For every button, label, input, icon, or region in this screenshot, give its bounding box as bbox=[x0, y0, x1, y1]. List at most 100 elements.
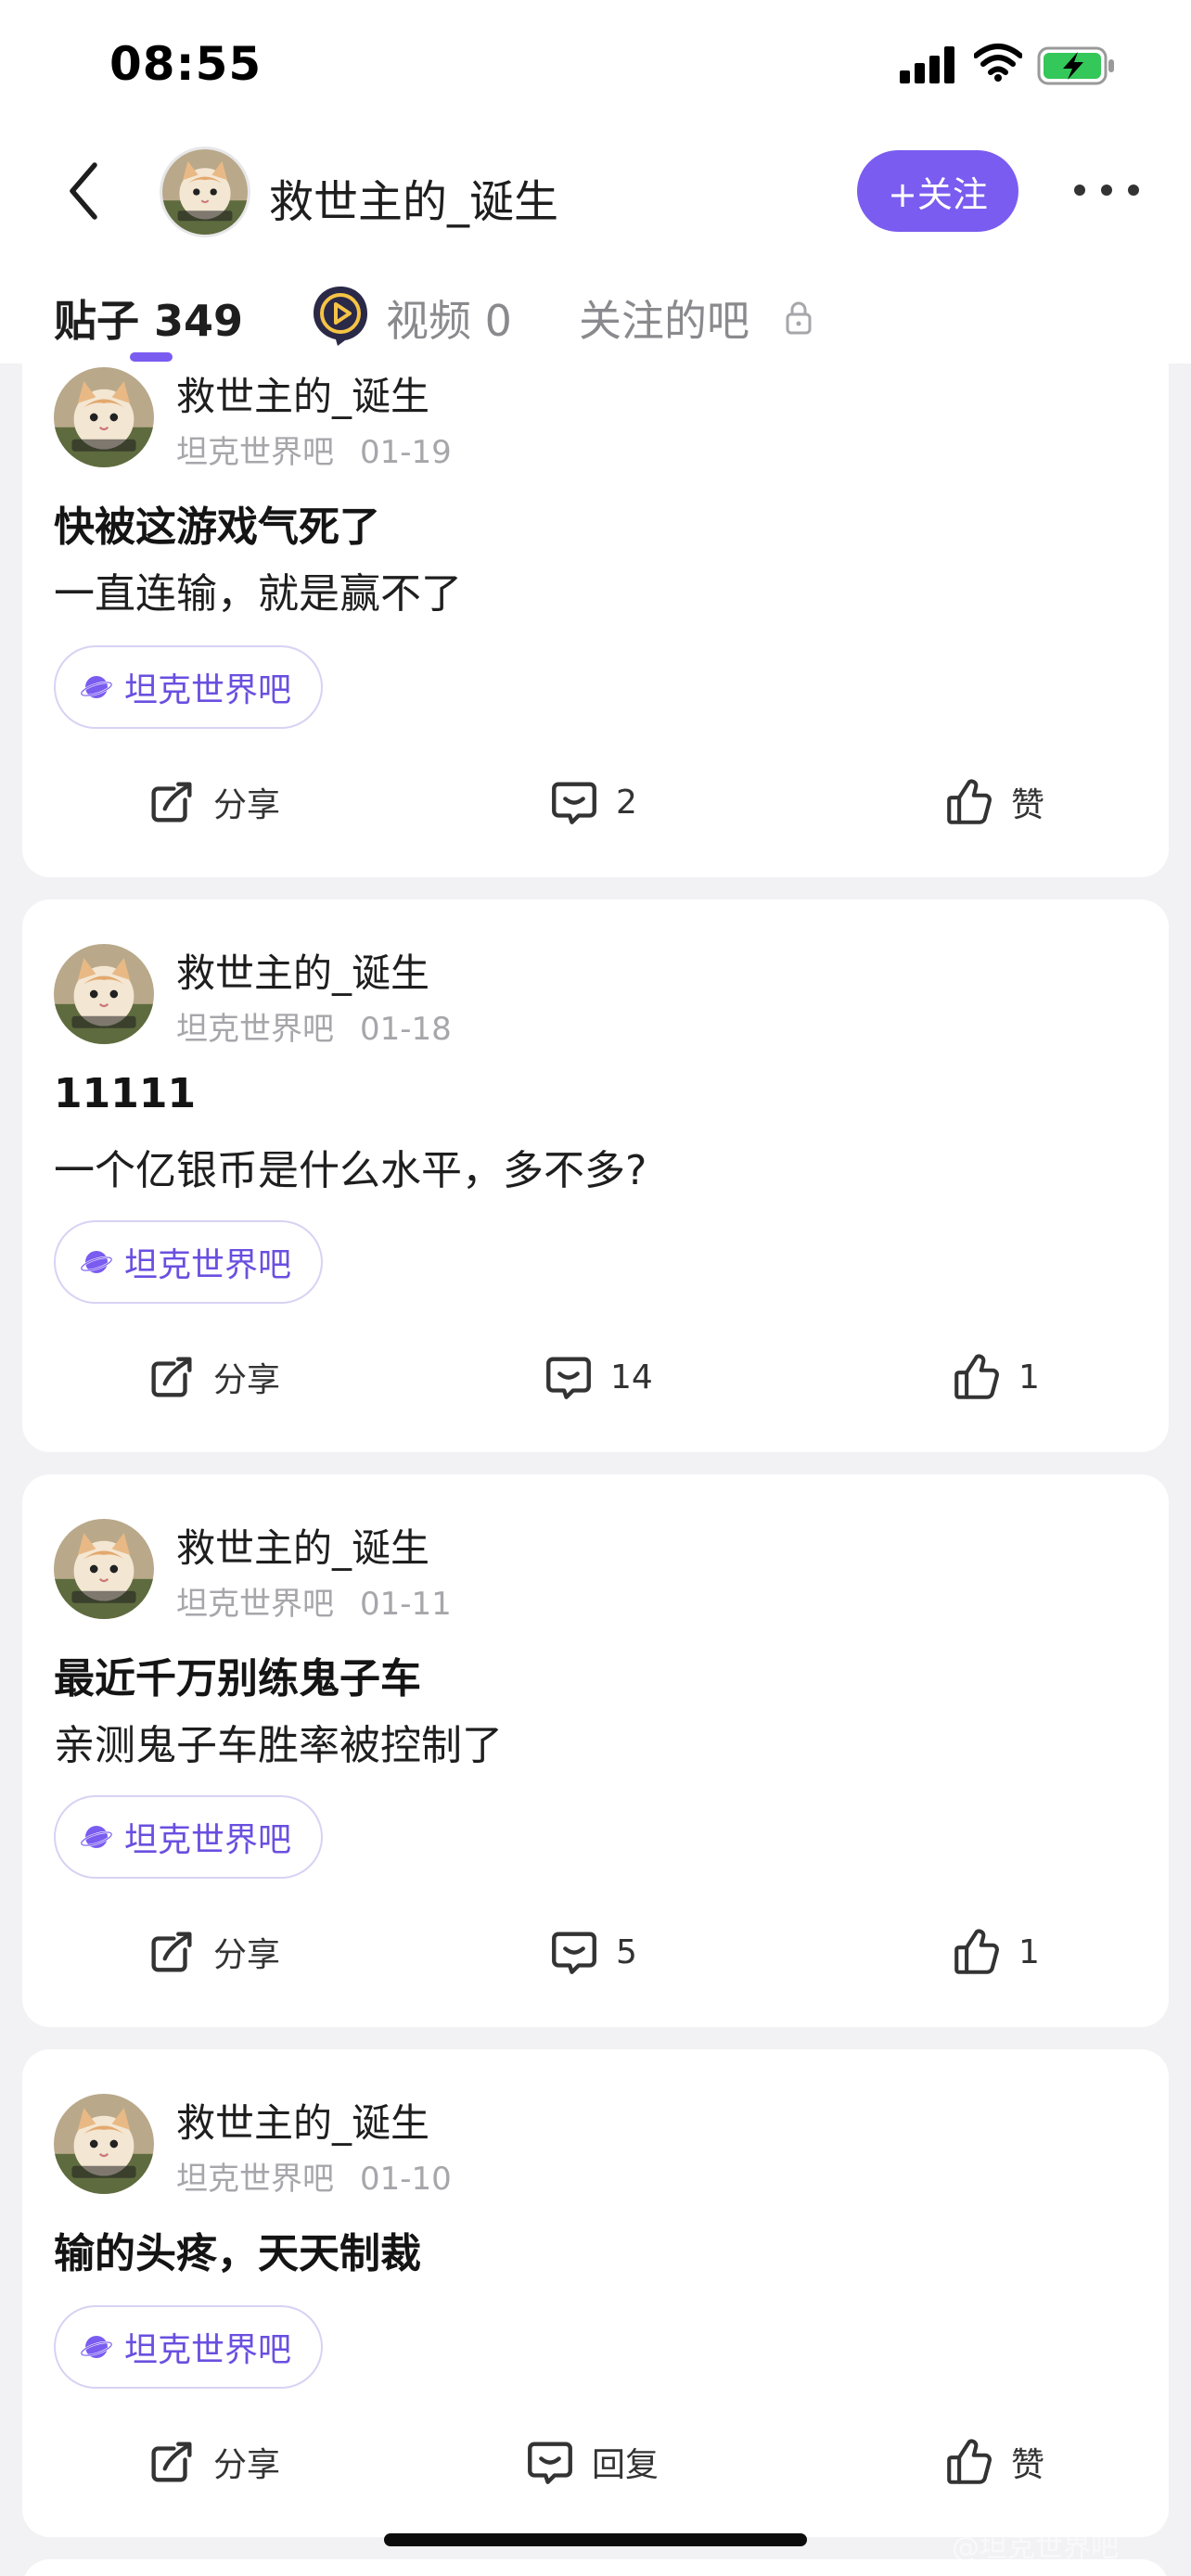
post-author[interactable]: 救世主的_诞生 bbox=[176, 1517, 429, 1574]
like-button[interactable]: 赞 bbox=[942, 775, 1044, 829]
post-meta: 坦克世界吧 01-11 bbox=[176, 1578, 452, 1624]
dot-icon bbox=[1101, 185, 1112, 196]
status-time: 08:55 bbox=[109, 37, 263, 91]
avatar[interactable] bbox=[54, 2094, 154, 2194]
forum-tag[interactable]: 坦克世界吧 bbox=[54, 2305, 323, 2389]
post-forum: 坦克世界吧 bbox=[176, 1586, 334, 1623]
avatar[interactable] bbox=[54, 367, 154, 467]
post-author[interactable]: 救世主的_诞生 bbox=[176, 365, 429, 422]
comment-icon bbox=[547, 1925, 601, 1979]
forum-tag-label: 坦克世界吧 bbox=[124, 1821, 292, 1859]
lock-icon bbox=[786, 301, 812, 335]
post-meta: 坦克世界吧 01-10 bbox=[176, 2153, 452, 2199]
home-indicator bbox=[384, 2533, 807, 2546]
share-label: 分享 bbox=[213, 786, 281, 824]
like-button[interactable]: 赞 bbox=[942, 2435, 1044, 2489]
post-date: 01-19 bbox=[360, 434, 452, 471]
status-bar: 08:55 bbox=[0, 0, 1191, 130]
post-forum: 坦克世界吧 bbox=[176, 1011, 334, 1048]
more-options-button[interactable] bbox=[1074, 176, 1139, 204]
share-icon bbox=[145, 1925, 198, 1979]
forum-tag-label: 坦克世界吧 bbox=[124, 671, 292, 709]
header: 08:55 救世主的_诞生 +关注 贴子 349 视频 0 关注的吧 bbox=[0, 0, 1191, 363]
post-date: 01-11 bbox=[360, 1586, 452, 1623]
post-author[interactable]: 救世主的_诞生 bbox=[176, 942, 429, 999]
forum-tag-label: 坦克世界吧 bbox=[124, 1246, 292, 1284]
comment-button[interactable]: 14 bbox=[542, 1350, 653, 1404]
post-meta: 坦克世界吧 01-18 bbox=[176, 1003, 452, 1049]
post-forum: 坦克世界吧 bbox=[176, 434, 334, 471]
post-title: 输的头疼，天天制裁 bbox=[54, 2230, 421, 2277]
post-card[interactable]: 救世主的_诞生 坦克世界吧 01-19 快被这游戏气死了 一直连输，就是赢不了 坦… bbox=[22, 334, 1169, 877]
share-icon bbox=[145, 1350, 198, 1404]
tab-active-indicator bbox=[130, 352, 173, 362]
comment-button[interactable]: 2 bbox=[547, 775, 637, 829]
tab-videos[interactable]: 视频 0 bbox=[386, 287, 512, 349]
comment-count: 5 bbox=[616, 1932, 637, 1971]
like-count: 赞 bbox=[1011, 786, 1045, 824]
share-label: 分享 bbox=[213, 1936, 281, 1974]
post-date: 01-18 bbox=[360, 1011, 452, 1048]
forum-tag[interactable]: 坦克世界吧 bbox=[54, 645, 323, 729]
comment-icon bbox=[542, 1350, 596, 1404]
thumbs-up-icon bbox=[942, 2435, 996, 2489]
post-author[interactable]: 救世主的_诞生 bbox=[176, 2092, 429, 2149]
planet-icon bbox=[80, 1820, 113, 1854]
forum-tag[interactable]: 坦克世界吧 bbox=[54, 1795, 323, 1879]
profile-tabs: 贴子 349 视频 0 关注的吧 bbox=[0, 278, 1191, 363]
post-body: 一个亿银币是什么水平，多不多? bbox=[54, 1147, 647, 1194]
comment-button[interactable]: 5 bbox=[547, 1925, 637, 1979]
share-button[interactable]: 分享 bbox=[145, 1925, 280, 1979]
avatar[interactable] bbox=[54, 1519, 154, 1619]
dot-icon bbox=[1128, 185, 1139, 196]
post-forum: 坦克世界吧 bbox=[176, 2161, 334, 2198]
chevron-left-icon bbox=[70, 162, 97, 220]
video-badge-icon bbox=[314, 287, 367, 346]
post-meta: 坦克世界吧 01-19 bbox=[176, 427, 452, 472]
profile-navbar: 救世主的_诞生 +关注 bbox=[0, 130, 1191, 250]
comment-icon bbox=[523, 2435, 577, 2489]
reply-button[interactable]: 回复 bbox=[523, 2435, 659, 2489]
forum-tag[interactable]: 坦克世界吧 bbox=[54, 1220, 323, 1304]
like-count: 1 bbox=[1018, 1358, 1040, 1396]
post-title: 快被这游戏气死了 bbox=[54, 504, 380, 551]
forum-tag-label: 坦克世界吧 bbox=[124, 2331, 292, 2369]
avatar[interactable] bbox=[54, 944, 154, 1044]
share-icon bbox=[145, 2435, 198, 2489]
like-count: 赞 bbox=[1011, 2446, 1045, 2484]
page-title: 救世主的_诞生 bbox=[269, 176, 559, 228]
like-button[interactable]: 1 bbox=[950, 1925, 1040, 1979]
planet-icon bbox=[80, 670, 113, 704]
share-label: 分享 bbox=[213, 2446, 281, 2484]
comment-count: 2 bbox=[616, 783, 637, 822]
share-button[interactable]: 分享 bbox=[145, 1350, 280, 1404]
post-title: 最近千万别练鬼子车 bbox=[54, 1655, 421, 1702]
thumbs-up-icon bbox=[950, 1350, 1004, 1404]
post-date: 01-10 bbox=[360, 2161, 452, 2198]
share-label: 分享 bbox=[213, 1361, 281, 1399]
like-count: 1 bbox=[1018, 1932, 1040, 1971]
thumbs-up-icon bbox=[942, 775, 996, 829]
share-button[interactable]: 分享 bbox=[145, 775, 280, 829]
post-title: 11111 bbox=[54, 1070, 197, 1117]
back-button[interactable] bbox=[56, 158, 111, 224]
watermark: @坦克世界吧 bbox=[952, 2531, 1119, 2564]
post-card[interactable]: 救世主的_诞生 坦克世界吧 01-11 最近千万别练鬼子车 亲测鬼子车胜率被控制了… bbox=[22, 1474, 1169, 2027]
battery-charging-icon bbox=[1037, 46, 1114, 85]
planet-icon bbox=[80, 1245, 113, 1279]
follow-button[interactable]: +关注 bbox=[857, 150, 1018, 232]
dot-icon bbox=[1074, 185, 1085, 196]
post-card[interactable]: 救世主的_诞生 坦克世界吧 01-18 11111 一个亿银币是什么水平，多不多?… bbox=[22, 899, 1169, 1452]
tab-posts[interactable]: 贴子 349 bbox=[54, 287, 243, 349]
wifi-icon bbox=[974, 44, 1022, 82]
post-card[interactable]: 救世主的_诞生 坦克世界吧 01-10 输的头疼，天天制裁 坦克世界吧 分享 回复… bbox=[22, 2049, 1169, 2537]
tab-followed-forums[interactable]: 关注的吧 bbox=[579, 287, 749, 349]
share-button[interactable]: 分享 bbox=[145, 2435, 280, 2489]
reply-label: 回复 bbox=[592, 2446, 660, 2484]
avatar[interactable] bbox=[160, 147, 250, 237]
planet-icon bbox=[80, 2330, 113, 2364]
comment-count: 14 bbox=[610, 1358, 653, 1396]
post-body: 亲测鬼子车胜率被控制了 bbox=[54, 1722, 503, 1769]
like-button[interactable]: 1 bbox=[950, 1350, 1040, 1404]
share-icon bbox=[145, 775, 198, 829]
